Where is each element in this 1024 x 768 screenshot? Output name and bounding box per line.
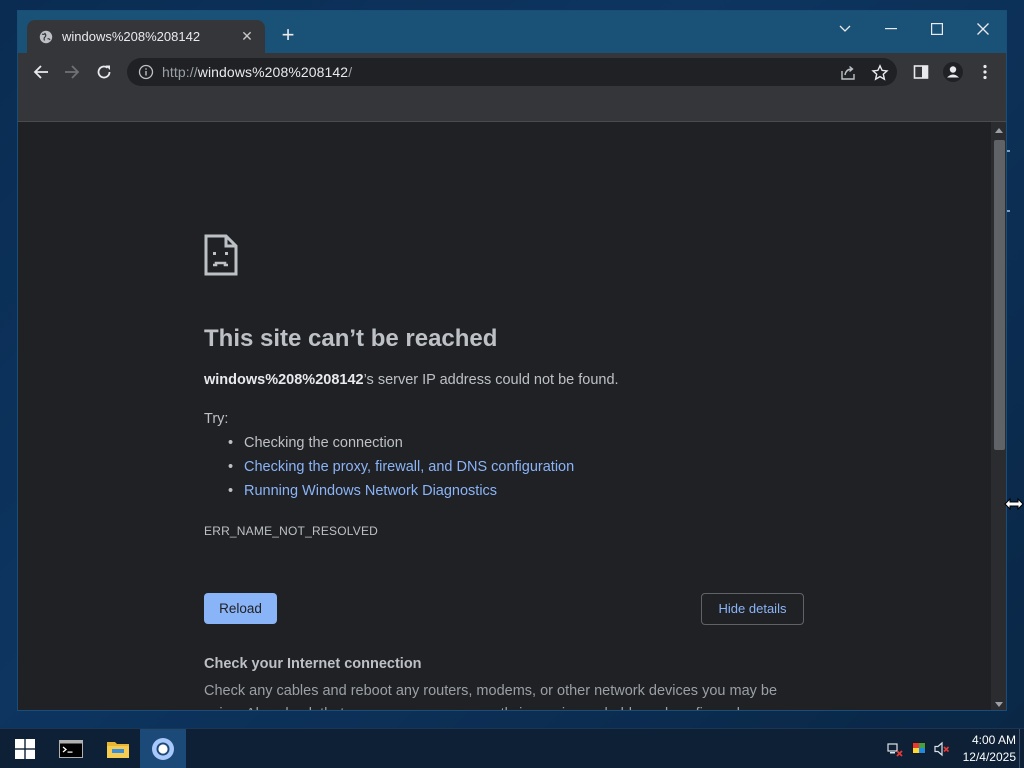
sad-document-icon [204,234,238,276]
file-explorer-icon[interactable] [95,729,141,768]
tab-title: windows%208%208142 [62,29,201,44]
browser-window: windows%208%208142 ✕ + http://windows%20… [17,10,1007,711]
clock-date: 12/4/2025 [962,750,1016,764]
tab-close-icon[interactable]: ✕ [239,28,255,45]
share-icon[interactable] [839,64,857,82]
network-disconnected-icon[interactable] [887,741,903,757]
address-bar[interactable]: http://windows%208%208142/ [127,58,897,86]
try-label: Try: [204,411,229,427]
scroll-down-arrow[interactable] [995,702,1003,707]
forward-icon[interactable] [59,59,85,85]
resize-cursor-icon [1004,497,1024,511]
show-desktop-button[interactable] [1019,729,1024,768]
suggestion-check-proxy-link[interactable]: Checking the proxy, firewall, and DNS co… [228,458,574,482]
scroll-thumb[interactable] [994,140,1005,450]
close-icon[interactable] [960,15,1006,43]
url-path: / [348,64,353,80]
url-scheme: http:// [162,64,198,80]
suggestion-network-diagnostics-link[interactable]: Running Windows Network Diagnostics [228,482,574,506]
windows-start-icon[interactable] [2,729,48,768]
side-panel-icon[interactable] [908,59,934,85]
clock-time: 4:00 AM [971,733,1016,747]
bookmarks-bar [18,91,1006,122]
tab-strip: windows%208%208142 ✕ + [18,11,1006,53]
error-page: This site can’t be reached windows%208%2… [18,122,991,710]
suggestion-check-connection: Checking the connection [228,434,574,458]
url-host: windows%208%208142 [197,64,349,80]
back-icon[interactable] [28,59,54,85]
terminal-icon[interactable] [48,729,94,768]
error-code: ERR_NAME_NOT_RESOLVED [204,524,379,538]
page-scrollbar[interactable] [991,122,1006,710]
browser-toolbar: http://windows%208%208142/ [18,53,1006,91]
error-subtitle: windows%208%208142’s server IP address c… [204,372,619,388]
hide-details-button[interactable]: Hide details [701,593,804,625]
chevron-down-icon[interactable] [822,15,868,43]
url-text: http://windows%208%208142/ [162,64,352,80]
site-info-icon[interactable] [138,64,154,80]
details-heading: Check your Internet connection [204,656,422,672]
error-title: This site can’t be reached [204,325,498,352]
minimize-icon[interactable] [868,15,914,43]
taskbar-clock[interactable]: 4:00 AM 12/4/2025 [946,732,1016,766]
profile-avatar-icon[interactable] [940,59,966,85]
taskbar: 4:00 AM 12/4/2025 [0,728,1024,768]
reload-button[interactable]: Reload [204,593,277,624]
reload-icon[interactable] [91,59,117,85]
suggestion-list: Checking the connection Checking the pro… [228,434,574,506]
scroll-up-arrow[interactable] [995,128,1003,133]
chrome-icon[interactable] [140,729,186,768]
new-tab-button[interactable]: + [276,24,300,48]
browser-tab[interactable]: windows%208%208142 ✕ [27,20,265,53]
details-text: Check any cables and reboot any routers,… [204,683,778,710]
more-menu-icon[interactable] [972,59,998,85]
error-subtitle-text: ’s server IP address could not be found. [363,372,619,388]
error-host: windows%208%208142 [204,372,364,388]
bookmark-star-icon[interactable] [871,64,889,82]
globe-icon [39,30,53,44]
maximize-icon[interactable] [914,15,960,43]
color-display-icon[interactable] [911,741,927,757]
